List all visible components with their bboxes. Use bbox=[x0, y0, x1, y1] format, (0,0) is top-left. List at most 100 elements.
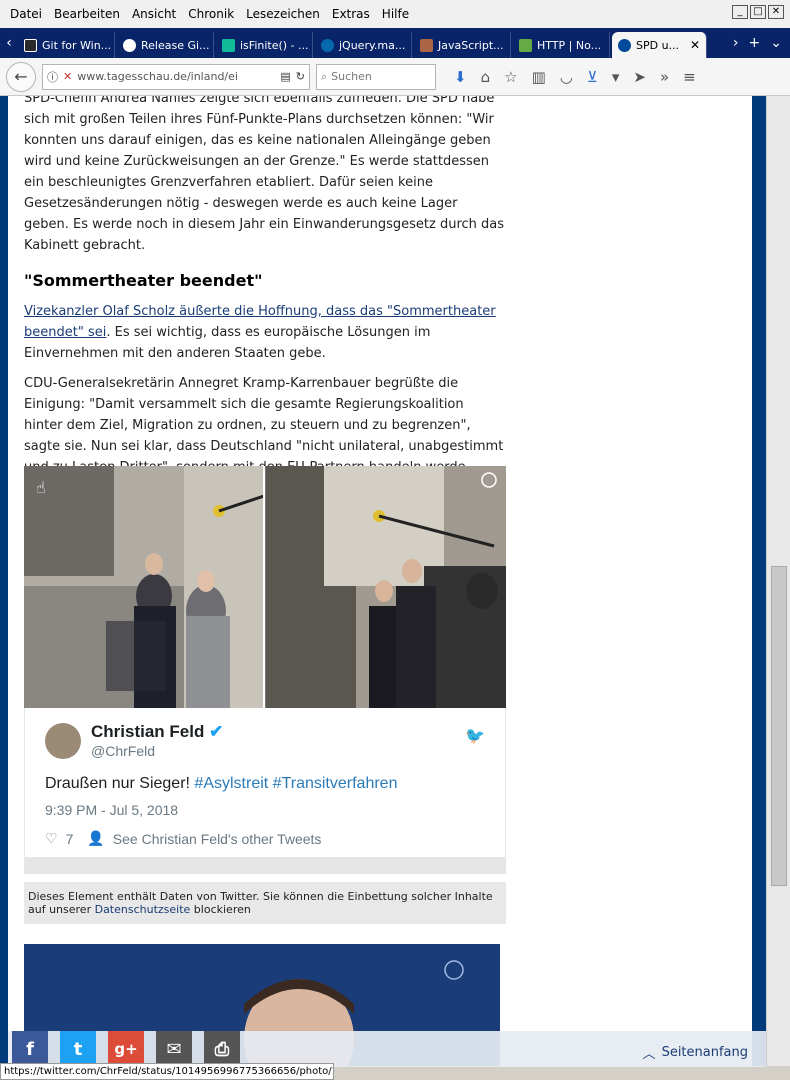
tracking-protection-icon[interactable]: ✕ bbox=[63, 70, 72, 83]
reader-view-icon[interactable]: ▤ bbox=[280, 70, 290, 83]
menu-datei[interactable]: Datei bbox=[4, 0, 48, 28]
verified-icon: ✔ bbox=[209, 722, 224, 741]
menu-bearbeiten[interactable]: Bearbeiten bbox=[48, 0, 126, 28]
tab-favicon-icon bbox=[222, 38, 235, 52]
tweet-author-name[interactable]: Christian Feld ✔ bbox=[91, 722, 223, 742]
article-paragraph: CDU-Generalsekretärin Annegret Kramp-Kar… bbox=[24, 376, 504, 475]
search-placeholder: Suchen bbox=[331, 70, 372, 83]
menu-ansicht[interactable]: Ansicht bbox=[126, 0, 182, 28]
url-text[interactable]: www.tagesschau.de/inland/ei bbox=[77, 70, 275, 83]
tweet-author-handle[interactable]: @ChrFeld bbox=[91, 743, 155, 759]
tab-javascript[interactable]: JavaScript... bbox=[414, 32, 511, 58]
hashtag-transitverfahren[interactable]: #Transitverfahren bbox=[273, 775, 398, 792]
privacy-note-suffix: blockieren bbox=[190, 903, 251, 916]
tab-git-for-windows[interactable]: Git for Win... bbox=[18, 32, 115, 58]
maximize-icon[interactable]: □ bbox=[750, 5, 766, 19]
tweet-text: Draußen nur Sieger! #Asylstreit #Transit… bbox=[45, 775, 397, 793]
send-icon[interactable]: ➤ bbox=[633, 68, 646, 86]
navigation-bar: ← ⓘ ✕ www.tagesschau.de/inland/ei ▤ ↻ ⌕ … bbox=[0, 58, 790, 96]
tab-scroll-left-icon[interactable]: ‹ bbox=[0, 28, 18, 58]
tab-bar: ‹ Git for Win... Release Gi... isFinite(… bbox=[0, 28, 790, 58]
status-bar: https://twitter.com/ChrFeld/status/10149… bbox=[0, 1063, 334, 1080]
window-controls: _ □ ✕ bbox=[732, 5, 784, 19]
back-to-top-label: Seitenanfang bbox=[661, 1045, 748, 1060]
pocket-icon[interactable]: ◡ bbox=[560, 68, 573, 86]
tab-list-icon[interactable]: ⌄ bbox=[770, 35, 782, 51]
download-icon[interactable]: ⬇ bbox=[454, 68, 467, 86]
page-side-stripe bbox=[752, 96, 766, 1066]
tab-close-icon[interactable]: ✕ bbox=[690, 38, 700, 52]
tagesschau-icon bbox=[618, 38, 631, 52]
scrollbar-thumb[interactable] bbox=[771, 566, 787, 886]
privacy-page-link[interactable]: Datenschutzseite bbox=[95, 903, 191, 916]
dropdown-icon[interactable]: ▾ bbox=[612, 68, 620, 86]
addon-download-icon[interactable]: ⊻ bbox=[587, 68, 598, 86]
menu-chronik[interactable]: Chronik bbox=[182, 0, 240, 28]
twitter-share-icon[interactable]: t bbox=[60, 1031, 96, 1067]
tab-scroll-right-icon[interactable]: › bbox=[733, 35, 739, 51]
tweet-card[interactable]: Christian Feld ✔ @ChrFeld 🐦 Draußen nur … bbox=[24, 708, 506, 858]
cursor-hand-icon: ☝ bbox=[36, 478, 46, 497]
twitter-privacy-note: Dieses Element enthält Daten von Twitter… bbox=[24, 882, 506, 924]
heart-icon[interactable]: ♡ bbox=[45, 830, 58, 847]
chevron-up-icon: ︿ bbox=[642, 1047, 656, 1062]
menu-lesezeichen[interactable]: Lesezeichen bbox=[240, 0, 326, 28]
url-bar[interactable]: ⓘ ✕ www.tagesschau.de/inland/ei ▤ ↻ bbox=[42, 63, 310, 90]
hashtag-asylstreit[interactable]: #Asylstreit bbox=[194, 775, 268, 792]
jquery-icon bbox=[321, 38, 334, 52]
tweet-photo[interactable]: ☝ bbox=[24, 466, 506, 708]
vertical-scrollbar[interactable] bbox=[766, 96, 790, 1066]
share-bar: f t g+ ✉ ⎙ ︿ Seitenanfang bbox=[8, 1031, 766, 1067]
tab-favicon-icon bbox=[24, 38, 37, 52]
twitter-bird-icon[interactable]: 🐦 bbox=[465, 726, 485, 746]
google-plus-icon[interactable]: g+ bbox=[108, 1031, 144, 1067]
library-icon[interactable]: ▥ bbox=[532, 68, 546, 86]
tab-label: SPD u... bbox=[636, 38, 680, 52]
minimize-icon[interactable]: _ bbox=[732, 5, 748, 19]
press-conference-image bbox=[24, 466, 506, 708]
tab-release-github[interactable]: Release Gi... bbox=[117, 32, 214, 58]
print-icon[interactable]: ⎙ bbox=[204, 1031, 240, 1067]
tab-http[interactable]: HTTP | No... bbox=[513, 32, 610, 58]
tab-isfinite[interactable]: isFinite() - ... bbox=[216, 32, 313, 58]
facebook-icon[interactable]: f bbox=[12, 1031, 48, 1067]
tab-favicon-icon bbox=[519, 38, 532, 52]
tab-label: JavaScript... bbox=[438, 38, 504, 52]
hamburger-menu-icon[interactable]: ≡ bbox=[683, 68, 696, 86]
tweet-author-name-text: Christian Feld bbox=[91, 722, 205, 741]
tweet-timestamp[interactable]: 9:39 PM - Jul 5, 2018 bbox=[45, 802, 178, 818]
tab-label: jQuery.ma... bbox=[339, 38, 406, 52]
search-input[interactable]: ⌕ Suchen bbox=[316, 63, 436, 90]
back-arrow-icon: ← bbox=[14, 67, 28, 86]
tab-label: Git for Win... bbox=[42, 38, 112, 52]
article-paragraph: Vizekanzler Olaf Scholz äußerte die Hoff… bbox=[24, 301, 504, 364]
new-tab-icon[interactable]: + bbox=[749, 35, 761, 51]
tab-bar-controls: › + ⌄ bbox=[733, 28, 790, 58]
close-icon[interactable]: ✕ bbox=[768, 5, 784, 19]
tweet-text-main: Draußen nur Sieger! bbox=[45, 775, 190, 792]
overflow-icon[interactable]: » bbox=[660, 68, 669, 86]
menu-hilfe[interactable]: Hilfe bbox=[376, 0, 415, 28]
tab-spd-active[interactable]: SPD u... ✕ bbox=[612, 32, 707, 58]
avatar[interactable] bbox=[45, 723, 81, 759]
menu-bar: Datei Bearbeiten Ansicht Chronik Lesezei… bbox=[0, 0, 790, 28]
back-to-top-link[interactable]: ︿ Seitenanfang bbox=[643, 1043, 748, 1062]
menu-extras[interactable]: Extras bbox=[326, 0, 376, 28]
tab-jquery[interactable]: jQuery.ma... bbox=[315, 32, 412, 58]
page-content: SPD-Chefin Andrea Nahles zeigte sich ebe… bbox=[0, 96, 766, 1066]
search-icon: ⌕ bbox=[321, 69, 328, 83]
email-icon[interactable]: ✉ bbox=[156, 1031, 192, 1067]
info-icon[interactable]: ⓘ bbox=[47, 69, 58, 85]
bookmark-star-icon[interactable]: ☆ bbox=[504, 68, 517, 86]
reload-icon[interactable]: ↻ bbox=[296, 70, 305, 83]
other-tweets-link[interactable]: See Christian Feld's other Tweets bbox=[113, 831, 322, 847]
like-count[interactable]: 7 bbox=[66, 831, 74, 847]
back-button[interactable]: ← bbox=[6, 61, 36, 92]
tab-label: HTTP | No... bbox=[537, 38, 602, 52]
tweet-divider bbox=[24, 858, 506, 874]
tab-label: isFinite() - ... bbox=[240, 38, 309, 52]
person-icon: 👤 bbox=[87, 830, 105, 846]
article-paragraph: SPD-Chefin Andrea Nahles zeigte sich ebe… bbox=[24, 96, 505, 253]
github-icon bbox=[123, 38, 136, 52]
home-icon[interactable]: ⌂ bbox=[481, 68, 491, 86]
